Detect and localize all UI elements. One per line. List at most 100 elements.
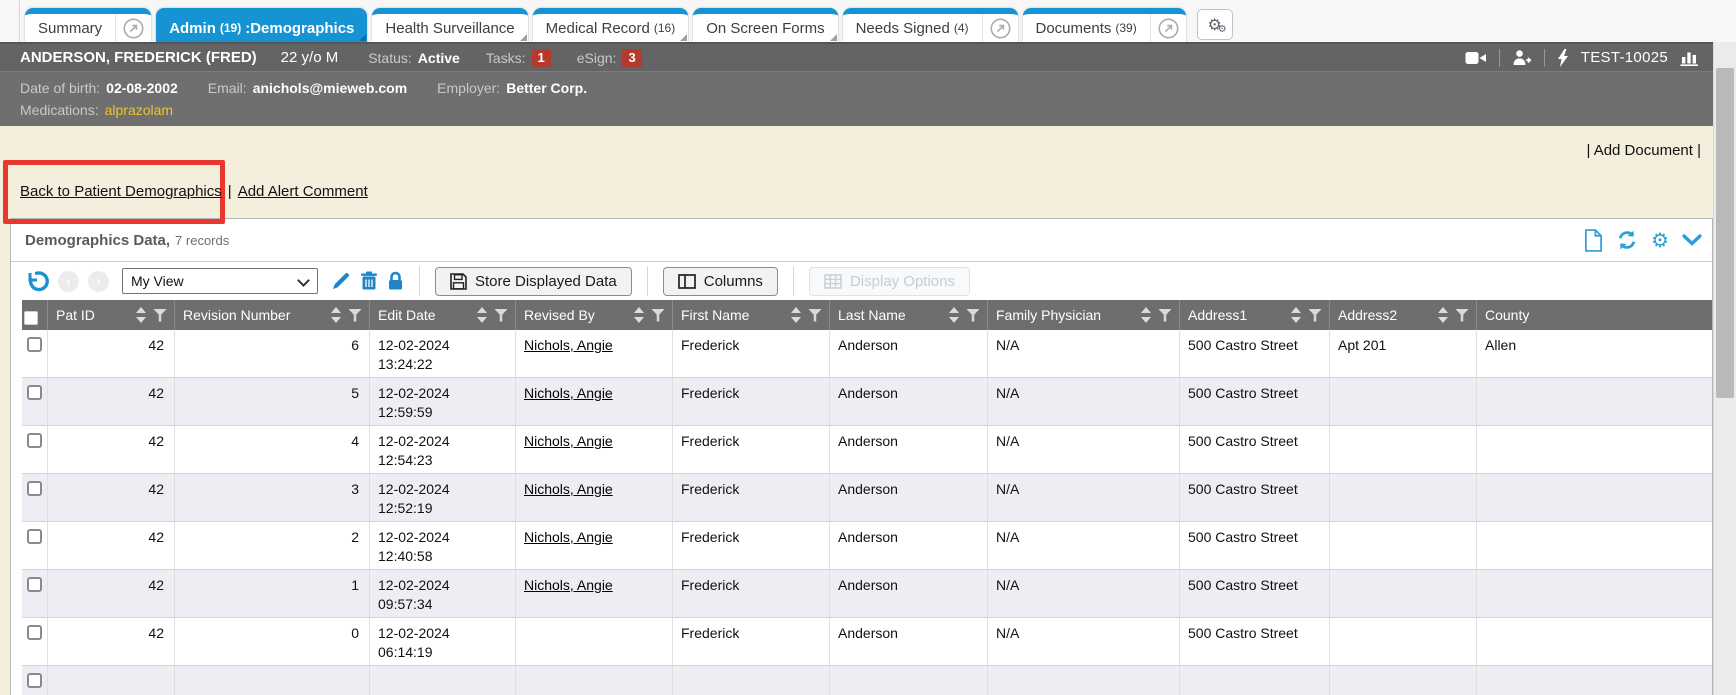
column-header-address2[interactable]: Address2: [1330, 300, 1477, 330]
tab-dropdown-fold: [680, 34, 687, 41]
sort-icon[interactable]: [791, 307, 802, 323]
sort-icon[interactable]: [331, 307, 342, 323]
cell-checkbox: [22, 474, 48, 521]
new-document-icon[interactable]: [1584, 229, 1603, 252]
filter-icon[interactable]: [651, 309, 665, 322]
tab-documents[interactable]: Documents (39): [1023, 8, 1186, 42]
filter-icon[interactable]: [966, 309, 980, 322]
column-label: Revised By: [524, 307, 628, 323]
revised-by-link[interactable]: Nichols, Angie: [524, 337, 613, 353]
row-checkbox[interactable]: [27, 625, 42, 640]
store-button-label: Store Displayed Data: [475, 273, 617, 290]
lightning-icon[interactable]: [1557, 49, 1569, 67]
row-checkbox[interactable]: [27, 385, 42, 400]
row-checkbox[interactable]: [27, 529, 42, 544]
edit-view-icon[interactable]: [331, 271, 351, 291]
sort-icon[interactable]: [949, 307, 960, 323]
sort-icon[interactable]: [1438, 307, 1449, 323]
settings-button[interactable]: ⚙ ⚙: [1197, 9, 1233, 40]
next-view-button[interactable]: ›: [88, 271, 109, 292]
add-alert-comment-link[interactable]: Add Alert Comment: [238, 183, 368, 200]
cell-revised_by: Nichols, Angie: [516, 426, 673, 473]
tab-health-surveillance[interactable]: Health Surveillance: [372, 8, 527, 42]
filter-icon[interactable]: [808, 309, 822, 322]
tab-on-screen-forms[interactable]: On Screen Forms: [693, 8, 837, 42]
sort-icon[interactable]: [634, 307, 645, 323]
tab-needs-signed-main[interactable]: Needs Signed (4): [843, 14, 982, 42]
row-checkbox[interactable]: [27, 577, 42, 592]
column-header-county[interactable]: County: [1477, 300, 1712, 330]
scrollbar-thumb[interactable]: [1716, 68, 1734, 398]
filter-icon[interactable]: [153, 309, 167, 322]
select-all-checkbox[interactable]: [24, 311, 38, 325]
esign-badge[interactable]: 3: [622, 49, 641, 67]
columns-button[interactable]: Columns: [663, 267, 778, 296]
refresh-icon[interactable]: [1616, 229, 1638, 251]
tab-admin-demographics[interactable]: Admin (19) :Demographics: [156, 8, 367, 42]
tasks-label: Tasks:: [486, 50, 526, 66]
filter-icon[interactable]: [1158, 309, 1172, 322]
column-header-last_name[interactable]: Last Name: [830, 300, 988, 330]
store-displayed-data-button[interactable]: Store Displayed Data: [435, 267, 632, 296]
revised-by-link[interactable]: Nichols, Angie: [524, 529, 613, 545]
column-label: County: [1485, 307, 1705, 323]
column-header-edit_date[interactable]: Edit Date: [370, 300, 516, 330]
tab-forms-main[interactable]: On Screen Forms: [693, 14, 837, 42]
tab-medical-record[interactable]: Medical Record (16): [533, 8, 689, 42]
row-checkbox[interactable]: [27, 337, 42, 352]
sort-icon[interactable]: [136, 307, 147, 323]
column-header-family_physician[interactable]: Family Physician: [988, 300, 1180, 330]
filter-icon[interactable]: [1308, 309, 1322, 322]
filter-icon[interactable]: [348, 309, 362, 322]
popout-icon[interactable]: [115, 14, 151, 42]
collapse-chevron-icon[interactable]: [1682, 234, 1702, 247]
row-checkbox[interactable]: [27, 481, 42, 496]
tab-count: (4): [954, 21, 969, 35]
revised-by-link[interactable]: Nichols, Angie: [524, 433, 613, 449]
revised-by-link[interactable]: Nichols, Angie: [524, 481, 613, 497]
undo-icon[interactable]: [25, 270, 49, 293]
medications-value[interactable]: alprazolam: [105, 102, 173, 118]
prev-view-button[interactable]: ‹: [58, 271, 79, 292]
filter-icon[interactable]: [494, 309, 508, 322]
row-checkbox[interactable]: [27, 433, 42, 448]
column-header-checkbox[interactable]: [22, 300, 48, 330]
tab-health-main[interactable]: Health Surveillance: [372, 14, 527, 42]
lock-view-icon[interactable]: [387, 271, 404, 291]
bar-chart-icon[interactable]: [1680, 49, 1700, 66]
vertical-scrollbar[interactable]: [1713, 42, 1736, 695]
tab-admin-main[interactable]: Admin (19) :Demographics: [156, 14, 367, 42]
sort-icon[interactable]: [1291, 307, 1302, 323]
tasks-badge[interactable]: 1: [532, 49, 551, 67]
tab-summary[interactable]: Summary: [25, 8, 151, 42]
column-header-address1[interactable]: Address1: [1180, 300, 1330, 330]
popout-icon[interactable]: [982, 14, 1018, 42]
column-header-first_name[interactable]: First Name: [673, 300, 830, 330]
sort-icon[interactable]: [1141, 307, 1152, 323]
row-checkbox[interactable]: [27, 673, 42, 688]
divider: [19, 0, 20, 42]
column-header-revision[interactable]: Revision Number: [175, 300, 370, 330]
add-user-icon[interactable]: [1512, 49, 1532, 66]
revised-by-link[interactable]: Nichols, Angie: [524, 385, 613, 401]
view-select[interactable]: My View: [122, 268, 318, 294]
popout-icon[interactable]: [1150, 14, 1186, 42]
revised-by-link[interactable]: Nichols, Angie: [524, 577, 613, 593]
column-header-pat_id[interactable]: Pat ID: [48, 300, 175, 330]
video-camera-icon[interactable]: [1465, 50, 1487, 66]
cell-revised_by: [516, 618, 673, 665]
sort-icon[interactable]: [477, 307, 488, 323]
tab-summary-main[interactable]: Summary: [25, 14, 115, 42]
delete-view-icon[interactable]: [360, 271, 378, 291]
patient-dob: Date of birth: 02-08-2002: [20, 80, 178, 96]
cell-revised_by: Nichols, Angie: [516, 570, 673, 617]
tab-needs-signed[interactable]: Needs Signed (4): [843, 8, 1018, 42]
tab-documents-main[interactable]: Documents (39): [1023, 14, 1150, 42]
column-header-revised_by[interactable]: Revised By: [516, 300, 673, 330]
tab-medical-main[interactable]: Medical Record (16): [533, 14, 689, 42]
panel-gear-icon[interactable]: ⚙: [1651, 230, 1669, 250]
filter-icon[interactable]: [1455, 309, 1469, 322]
tab-label: Summary: [38, 20, 102, 37]
add-document-link[interactable]: | Add Document |: [1586, 142, 1701, 159]
back-to-demographics-link[interactable]: Back to Patient Demographics: [20, 183, 222, 200]
